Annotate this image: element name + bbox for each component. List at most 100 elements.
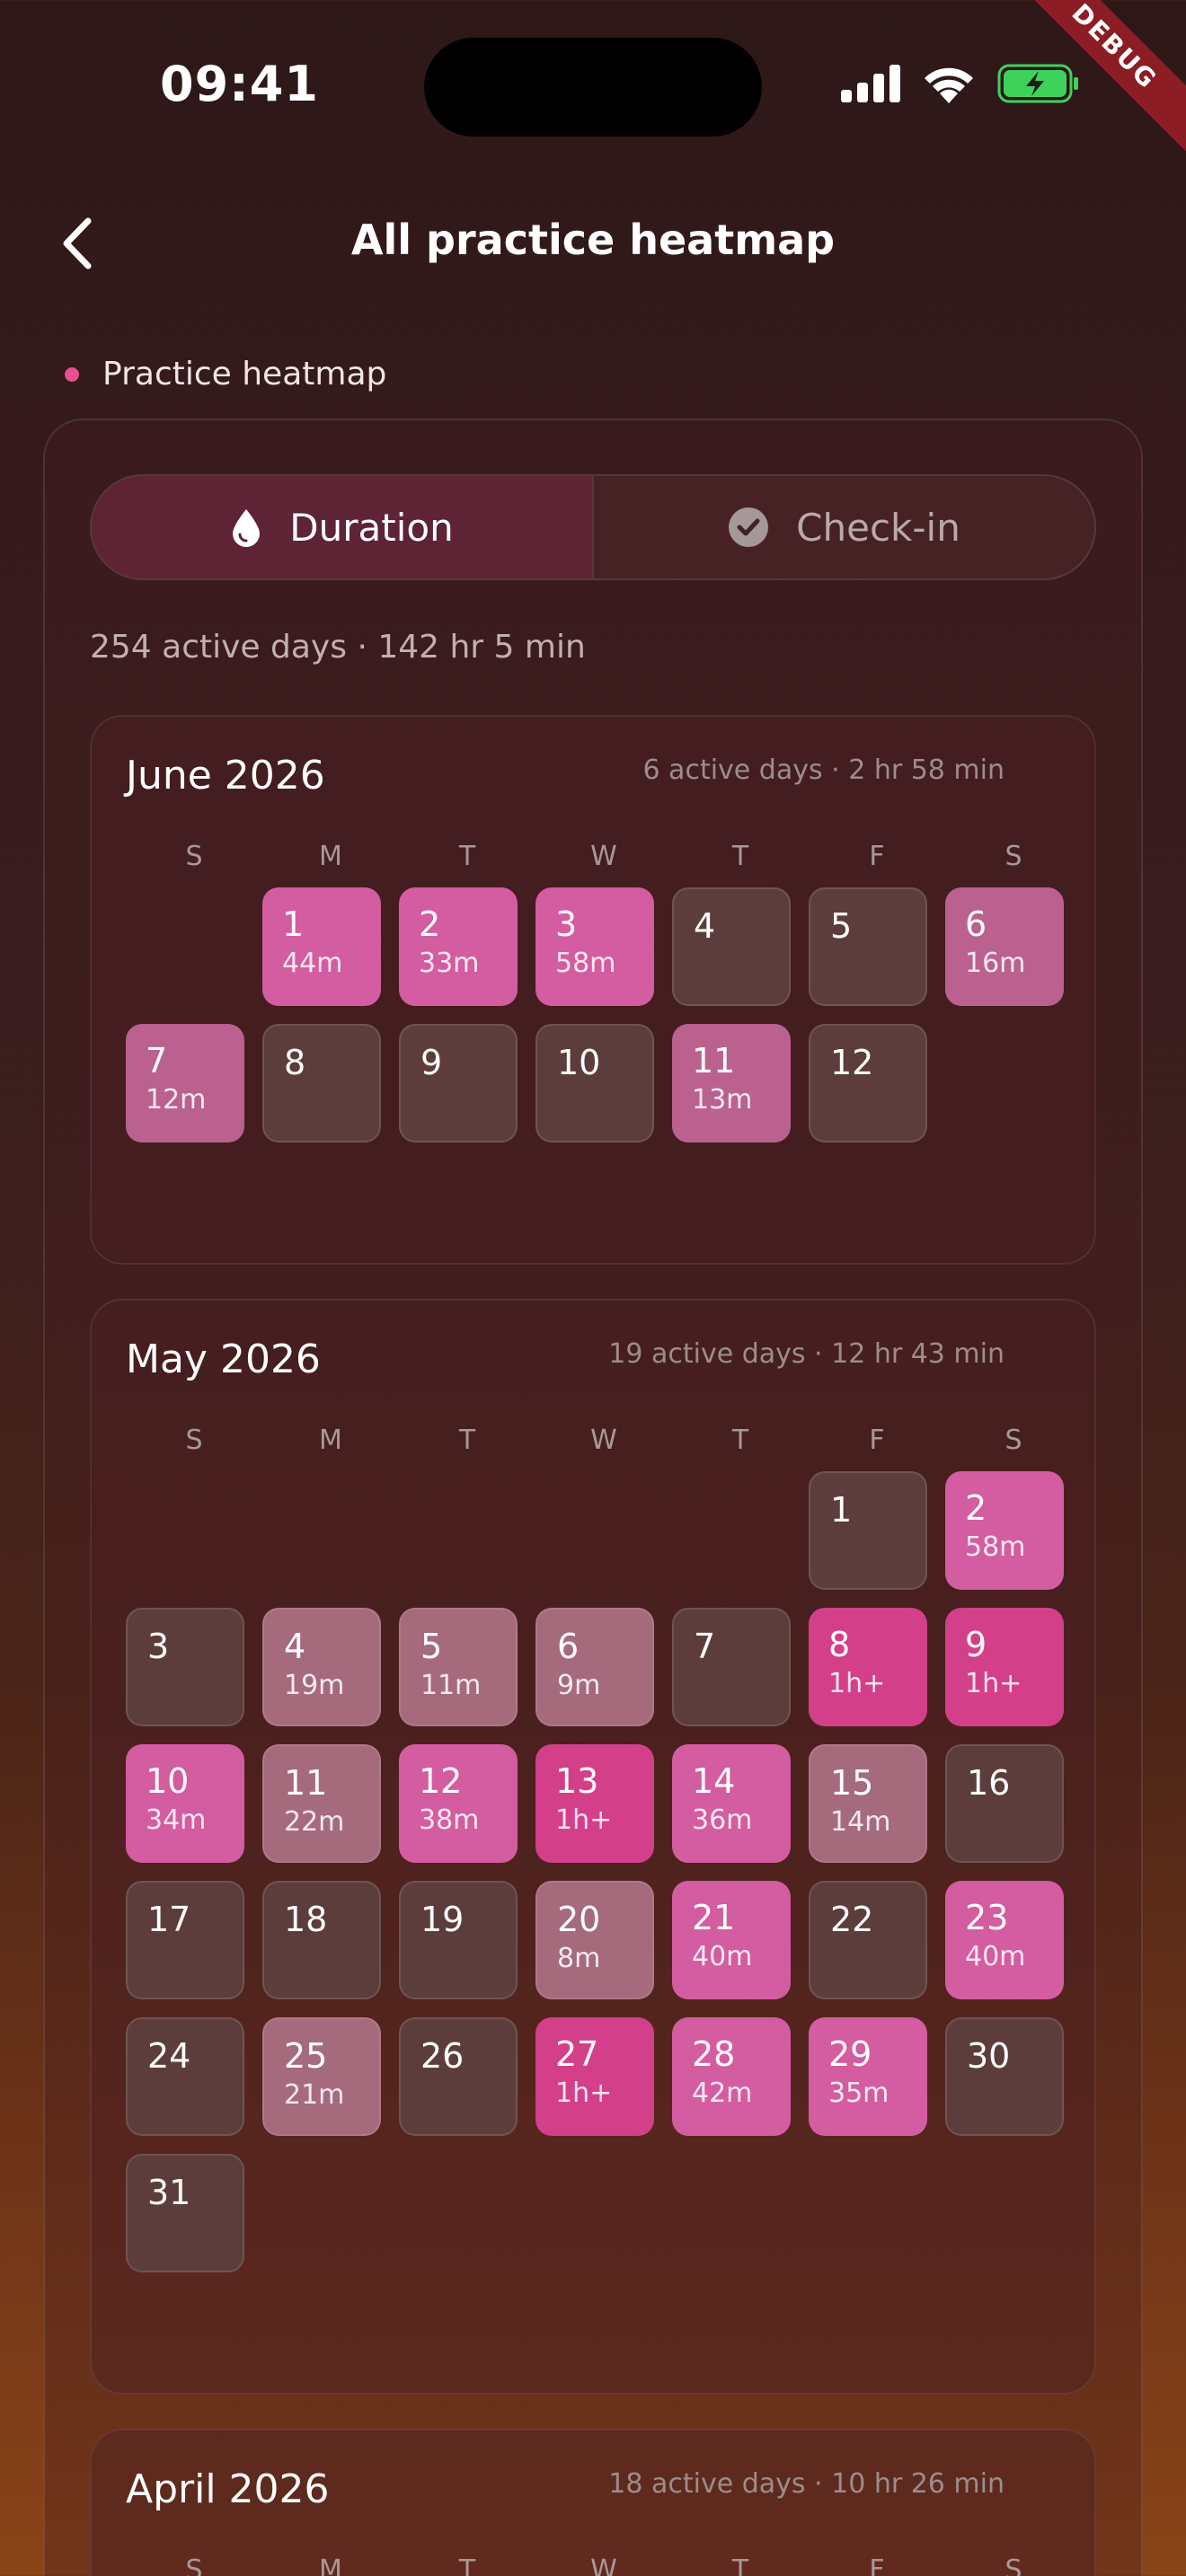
month-card-june: June 2026 6 active days · 2 hr 58 min S M… bbox=[90, 715, 1096, 1265]
day-cell[interactable]: 28 42m bbox=[672, 2017, 791, 2136]
checkin-tab[interactable]: Check-in bbox=[592, 476, 1094, 578]
day-cell[interactable]: 5 bbox=[809, 887, 927, 1006]
day-cell[interactable]: 6 16m bbox=[945, 887, 1064, 1006]
day-cell[interactable]: 26 bbox=[399, 2017, 518, 2136]
day-duration: 12m bbox=[146, 1084, 207, 1116]
day-cell[interactable]: 14 36m bbox=[672, 1744, 791, 1863]
day-cell[interactable]: 13 1h+ bbox=[535, 1744, 654, 1863]
weekday-header: S bbox=[185, 2554, 203, 2576]
day-number: 6 bbox=[965, 904, 987, 944]
day-number: 10 bbox=[146, 1761, 190, 1801]
day-cell[interactable]: 11 22m bbox=[262, 1744, 381, 1863]
day-number: 7 bbox=[694, 1627, 716, 1666]
day-cell[interactable]: 4 bbox=[672, 887, 791, 1006]
weekday-header: M bbox=[319, 2554, 342, 2576]
empty-day-slot bbox=[126, 1471, 244, 1590]
weekday-header: W bbox=[590, 841, 617, 872]
day-number: 2 bbox=[419, 904, 441, 944]
day-number: 5 bbox=[830, 906, 853, 946]
day-cell[interactable]: 12 38m bbox=[399, 1744, 518, 1863]
day-cell[interactable]: 6 9m bbox=[535, 1608, 654, 1726]
day-cell[interactable]: 18 bbox=[262, 1881, 381, 1999]
day-cell[interactable]: 1 44m bbox=[262, 887, 381, 1006]
day-number: 3 bbox=[555, 904, 578, 944]
day-cell[interactable]: 30 bbox=[945, 2017, 1064, 2136]
day-duration: 40m bbox=[965, 1941, 1026, 1972]
status-time: 09:41 bbox=[160, 56, 319, 112]
day-cell[interactable]: 12 bbox=[809, 1024, 927, 1142]
day-cell[interactable]: 5 11m bbox=[399, 1608, 518, 1726]
day-duration: 40m bbox=[692, 1941, 753, 1972]
day-cell[interactable]: 24 bbox=[126, 2017, 244, 2136]
day-number: 26 bbox=[420, 2036, 465, 2076]
day-number: 28 bbox=[692, 2034, 736, 2074]
day-duration: 1h+ bbox=[965, 1668, 1022, 1699]
day-cell[interactable]: 29 35m bbox=[809, 2017, 927, 2136]
day-cell[interactable]: 15 14m bbox=[809, 1744, 927, 1863]
day-cell[interactable]: 21 40m bbox=[672, 1881, 791, 1999]
day-cell[interactable]: 16 bbox=[945, 1744, 1064, 1863]
day-cell[interactable]: 3 bbox=[126, 1608, 244, 1726]
day-duration: 34m bbox=[146, 1804, 207, 1836]
month-title: April 2026 bbox=[126, 2466, 330, 2512]
day-number: 25 bbox=[284, 2036, 328, 2076]
day-cell[interactable]: 3 58m bbox=[535, 887, 654, 1006]
day-duration: 36m bbox=[692, 1804, 753, 1836]
day-number: 4 bbox=[694, 906, 716, 946]
weekday-header: T bbox=[458, 841, 476, 872]
day-cell[interactable]: 4 19m bbox=[262, 1608, 381, 1726]
day-cell[interactable]: 7 bbox=[672, 1608, 791, 1726]
day-cell[interactable]: 2 33m bbox=[399, 887, 518, 1006]
day-cell[interactable]: 1 bbox=[809, 1471, 927, 1590]
day-cell[interactable]: 2 58m bbox=[945, 1471, 1064, 1590]
day-number: 15 bbox=[830, 1763, 874, 1803]
day-cell[interactable]: 7 12m bbox=[126, 1024, 244, 1142]
day-number: 6 bbox=[557, 1627, 580, 1666]
day-cell[interactable]: 27 1h+ bbox=[535, 2017, 654, 2136]
day-duration: 11m bbox=[420, 1670, 482, 1701]
day-number: 22 bbox=[830, 1900, 874, 1939]
day-number: 8 bbox=[828, 1625, 851, 1664]
day-duration: 14m bbox=[830, 1806, 891, 1838]
day-cell[interactable]: 10 bbox=[535, 1024, 654, 1142]
day-duration: 13m bbox=[692, 1084, 753, 1116]
day-duration: 58m bbox=[555, 948, 616, 979]
day-number: 10 bbox=[557, 1043, 601, 1082]
empty-day-slot bbox=[672, 1471, 791, 1590]
empty-day-slot bbox=[126, 887, 244, 1006]
weekday-header: T bbox=[458, 2554, 476, 2576]
day-cell[interactable]: 17 bbox=[126, 1881, 244, 1999]
weekday-header: F bbox=[869, 2554, 885, 2576]
status-icons bbox=[841, 63, 1080, 104]
metric-toggle: Duration Check-in bbox=[90, 474, 1096, 580]
day-cell[interactable]: 23 40m bbox=[945, 1881, 1064, 1999]
day-cell[interactable]: 25 21m bbox=[262, 2017, 381, 2136]
section-label-text: Practice heatmap bbox=[102, 356, 387, 393]
day-cell[interactable]: 9 bbox=[399, 1024, 518, 1142]
day-cell[interactable]: 8 1h+ bbox=[809, 1608, 927, 1726]
day-cell[interactable]: 31 bbox=[126, 2154, 244, 2272]
duration-tab-label: Duration bbox=[289, 505, 454, 550]
day-cell[interactable]: 8 bbox=[262, 1024, 381, 1142]
page-title: All practice heatmap bbox=[350, 216, 836, 264]
empty-day-slot bbox=[535, 1471, 654, 1590]
day-number: 20 bbox=[557, 1900, 601, 1939]
day-cell[interactable]: 19 bbox=[399, 1881, 518, 1999]
day-cell[interactable]: 22 bbox=[809, 1881, 927, 1999]
day-number: 1 bbox=[282, 904, 305, 944]
day-duration: 21m bbox=[284, 2079, 345, 2111]
day-cell[interactable]: 11 13m bbox=[672, 1024, 791, 1142]
day-number: 14 bbox=[692, 1761, 736, 1801]
day-number: 18 bbox=[284, 1900, 328, 1939]
day-cell[interactable]: 20 8m bbox=[535, 1881, 654, 1999]
day-number: 29 bbox=[828, 2034, 872, 2074]
day-cell[interactable]: 9 1h+ bbox=[945, 1608, 1064, 1726]
day-number: 11 bbox=[284, 1763, 328, 1803]
day-cell[interactable]: 10 34m bbox=[126, 1744, 244, 1863]
empty-day-slot bbox=[262, 1471, 381, 1590]
section-label: Practice heatmap bbox=[65, 356, 386, 393]
weekday-header-row: SMTWTFS bbox=[126, 2554, 1082, 2576]
weekday-header: T bbox=[731, 2554, 749, 2576]
duration-tab[interactable]: Duration bbox=[92, 476, 592, 578]
day-number: 3 bbox=[147, 1627, 170, 1666]
